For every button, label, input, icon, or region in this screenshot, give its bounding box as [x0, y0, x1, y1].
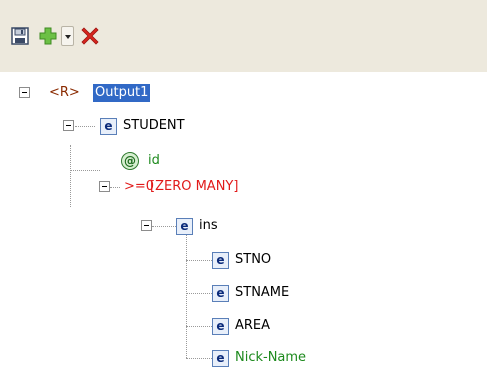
collapse-toggle[interactable] [63, 120, 74, 131]
root-type-tag: <R> [49, 85, 80, 100]
element-icon: e [212, 350, 229, 367]
tree-connector [186, 293, 212, 294]
attribute-icon: @ [121, 152, 139, 170]
tree-connector [70, 145, 71, 207]
add-plus-icon [39, 27, 57, 45]
tree-connector [110, 187, 120, 188]
collapse-toggle[interactable] [141, 220, 152, 231]
tree-node-stno[interactable]: STNO [235, 251, 271, 269]
delete-button[interactable] [80, 26, 100, 46]
schema-tree: <R> Output1 e STUDENT @ id >=0 [ZERO MAN… [0, 72, 487, 373]
tree-connector [75, 126, 95, 127]
element-icon: e [176, 218, 193, 235]
element-icon: e [100, 118, 117, 135]
tree-connector [186, 358, 212, 359]
tree-connector [186, 232, 187, 358]
add-dropdown-button[interactable] [61, 26, 74, 46]
delete-x-icon [81, 27, 99, 45]
tree-connector [186, 260, 212, 261]
tree-node-zero-many[interactable]: [ZERO MANY] [150, 178, 238, 196]
tree-node-ins[interactable]: ins [199, 217, 218, 235]
tree-node-area[interactable]: AREA [235, 317, 270, 335]
tree-node-stname[interactable]: STNAME [235, 284, 289, 302]
collapse-toggle[interactable] [99, 181, 110, 192]
tree-connector [152, 226, 176, 227]
save-disk-icon [11, 27, 29, 45]
tree-editor-panel: <R> Output1 e STUDENT @ id >=0 [ZERO MAN… [0, 0, 487, 373]
save-button[interactable] [10, 26, 30, 46]
tree-connector [186, 326, 212, 327]
tree-connector [70, 170, 100, 171]
element-icon: e [212, 318, 229, 335]
tree-node-output1[interactable]: Output1 [93, 84, 151, 102]
tree-node-id[interactable]: id [148, 152, 160, 170]
add-button[interactable] [38, 26, 58, 46]
element-icon: e [212, 252, 229, 269]
element-icon: e [212, 285, 229, 302]
tree-node-nick-name[interactable]: Nick-Name [235, 349, 306, 367]
chevron-down-icon [65, 35, 71, 39]
tree-node-student[interactable]: STUDENT [123, 117, 185, 135]
collapse-toggle[interactable] [19, 87, 30, 98]
toolbar [0, 0, 487, 72]
